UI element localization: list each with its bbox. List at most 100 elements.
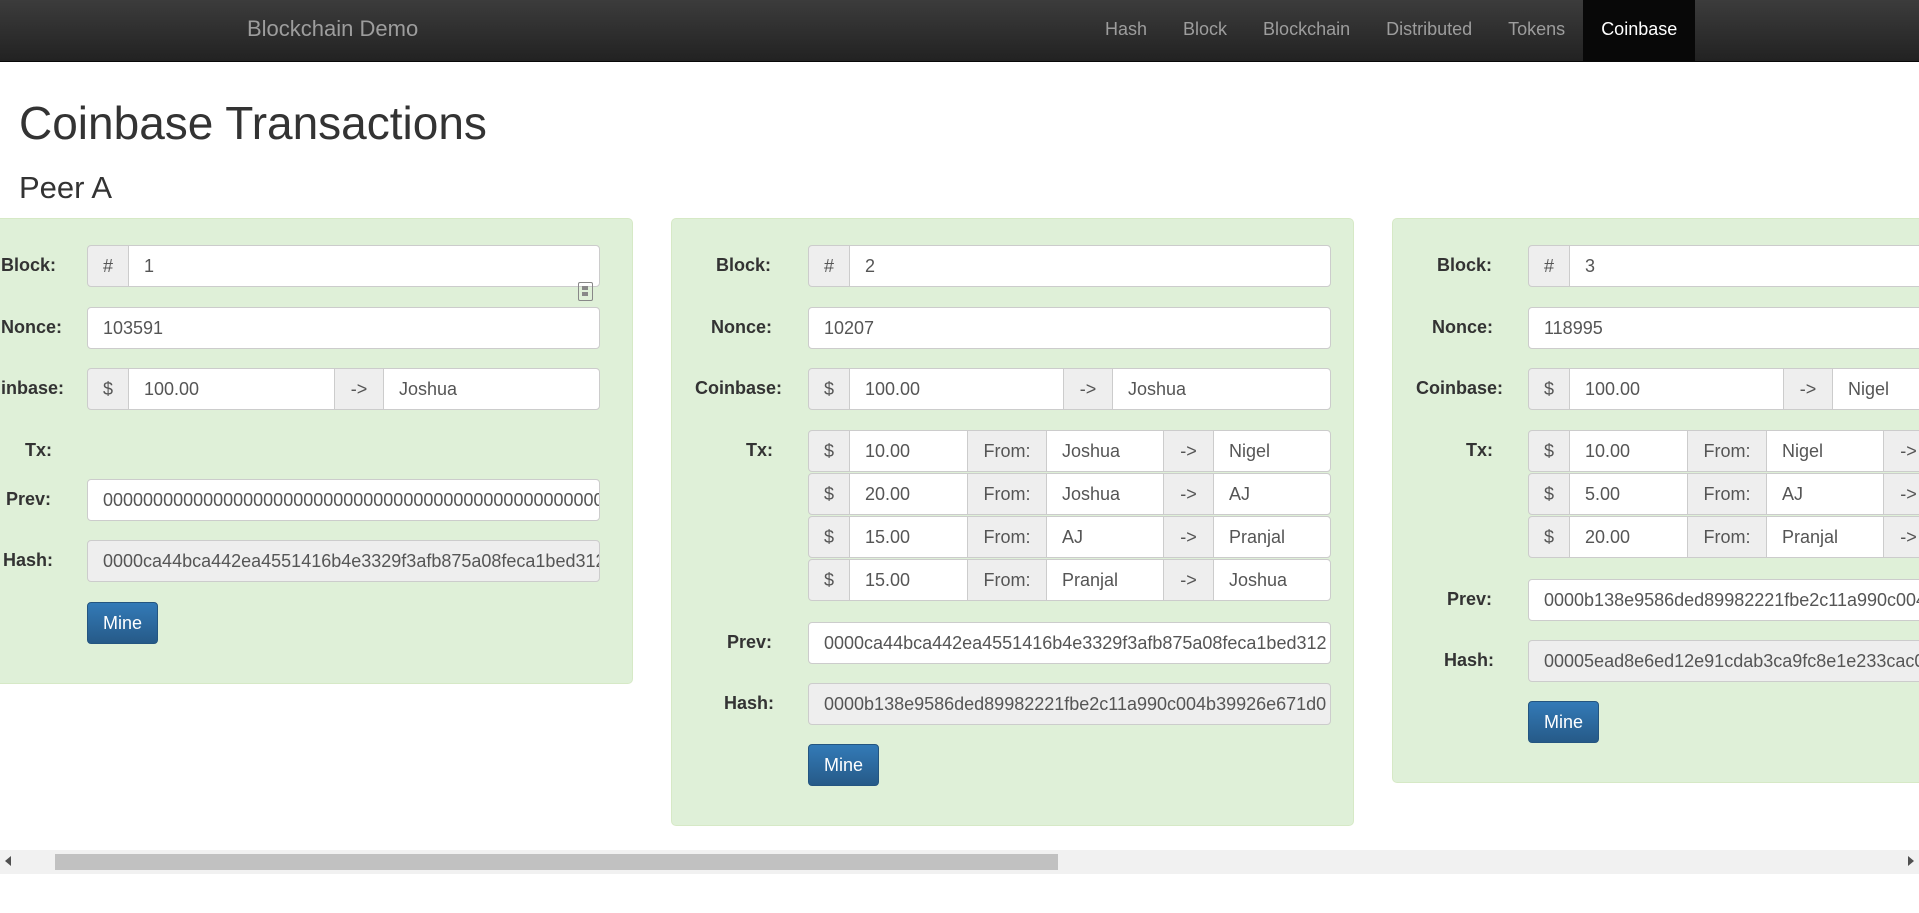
coinbase-dollar-addon: $ [1528,368,1570,410]
nav-menu: Hash Block Blockchain Distributed Tokens… [1087,0,1696,62]
hash-output: 0000b138e9586ded89982221fbe2c11a990c004b… [808,683,1331,725]
hash-label: Hash: [3,550,54,570]
prev-input[interactable]: 0000ca44bca442ea4551416b4e3329f3afb875a0… [808,622,1331,664]
tx-amount-input[interactable]: 20.00 [849,473,968,515]
tx-from-addon: From: [1687,516,1767,558]
tx-from-input[interactable]: AJ [1046,516,1164,558]
coinbase-dollar-addon: $ [808,368,850,410]
tx-arrow-addon: -> [1163,473,1214,515]
scroll-right-arrow-icon[interactable] [1908,856,1914,866]
tx-from-input[interactable]: Joshua [1046,430,1164,472]
tx-row: $ 10.00 From: Joshua -> Nigel [672,430,1353,472]
tx-row: $ 10.00 From: Nigel -> [1393,430,1919,472]
prev-input[interactable]: 0000000000000000000000000000000000000000… [87,479,600,521]
coinbase-label: inbase: [1,378,65,398]
tx-arrow-addon: -> [1163,430,1214,472]
hash-label: Hash: [724,693,775,713]
horizontal-scrollbar[interactable] [0,850,1919,874]
peer-title: Peer A [19,170,113,205]
coinbase-recipient-input[interactable]: Joshua [1112,368,1331,410]
tx-to-input[interactable]: AJ [1213,473,1331,515]
tx-arrow-addon: -> [1883,430,1919,472]
nonce-label: Nonce: [1,317,63,337]
block-number-input[interactable]: 1 [128,245,600,287]
tx-dollar-addon: $ [1528,430,1570,472]
tx-amount-input[interactable]: 10.00 [849,430,968,472]
tx-amount-input[interactable]: 20.00 [1569,516,1688,558]
coinbase-label: Coinbase: [695,378,783,398]
tx-amount-input[interactable]: 5.00 [1569,473,1688,515]
tx-from-addon: From: [967,430,1047,472]
coinbase-recipient-input[interactable]: Nigel [1832,368,1919,410]
tx-from-addon: From: [967,559,1047,601]
top-navbar: Blockchain Demo Hash Block Blockchain Di… [0,0,1919,62]
tx-row: $ 20.00 From: Pranjal -> [1393,516,1919,558]
coinbase-amount-input[interactable]: 100.00 [1569,368,1784,410]
prev-label: Prev: [727,632,773,652]
coinbase-label: Coinbase: [1416,378,1504,398]
block-number-input[interactable]: 3 [1569,245,1919,287]
tx-arrow-addon: -> [1163,516,1214,558]
nonce-input[interactable]: 103591 [87,307,600,349]
block-card-2: Block: # 2 Nonce: 10207 Coinbase: $ 100.… [671,218,1354,826]
tx-row: $ 5.00 From: AJ -> [1393,473,1919,515]
block-card-1: Block: # 1 Nonce: 103591 inbase: $ 100.0… [0,218,633,684]
nav-item-coinbase[interactable]: Coinbase [1583,0,1696,62]
nonce-label: Nonce: [711,317,773,337]
tx-from-input[interactable]: Pranjal [1046,559,1164,601]
tx-arrow-addon: -> [1883,473,1919,515]
number-stepper-icon[interactable] [578,282,593,301]
nav-item-block[interactable]: Block [1165,0,1245,62]
prev-input[interactable]: 0000b138e9586ded89982221fbe2c11a990c004b [1528,579,1919,621]
tx-to-input[interactable]: Pranjal [1213,516,1331,558]
coinbase-arrow-addon: -> [334,368,384,410]
tx-dollar-addon: $ [1528,516,1570,558]
coinbase-amount-input[interactable]: 100.00 [849,368,1064,410]
coinbase-arrow-addon: -> [1783,368,1833,410]
tx-amount-input[interactable]: 10.00 [1569,430,1688,472]
block-card-3: Block: # 3 Nonce: 118995 Coinbase: $ 100… [1392,218,1919,783]
tx-amount-input[interactable]: 15.00 [849,559,968,601]
nav-item-hash[interactable]: Hash [1087,0,1165,62]
mine-button[interactable]: Mine [1528,701,1599,743]
tx-from-addon: From: [1687,473,1767,515]
tx-from-addon: From: [967,473,1047,515]
page-title: Coinbase Transactions [19,97,487,149]
scrollbar-thumb[interactable] [55,854,1058,870]
hash-output: 0000ca44bca442ea4551416b4e3329f3afb875a0… [87,540,600,582]
coinbase-amount-input[interactable]: 100.00 [128,368,335,410]
block-hash-addon: # [87,245,129,287]
block-number-input[interactable]: 2 [849,245,1331,287]
tx-amount-input[interactable]: 15.00 [849,516,968,558]
nonce-input[interactable]: 10207 [808,307,1331,349]
tx-from-input[interactable]: Pranjal [1766,516,1884,558]
block-label: Block: [1,255,57,275]
tx-from-input[interactable]: Joshua [1046,473,1164,515]
block-label: Block: [1437,255,1493,275]
coinbase-recipient-input[interactable]: Joshua [383,368,600,410]
tx-dollar-addon: $ [1528,473,1570,515]
nav-item-blockchain[interactable]: Blockchain [1245,0,1368,62]
mine-button[interactable]: Mine [87,602,158,644]
tx-to-input[interactable]: Joshua [1213,559,1331,601]
tx-dollar-addon: $ [808,430,850,472]
mine-button[interactable]: Mine [808,744,879,786]
tx-row: $ 15.00 From: Pranjal -> Joshua [672,559,1353,601]
prev-label: Prev: [1447,589,1493,609]
nonce-label: Nonce: [1432,317,1494,337]
nav-item-distributed[interactable]: Distributed [1368,0,1490,62]
nav-item-tokens[interactable]: Tokens [1490,0,1583,62]
scroll-left-arrow-icon[interactable] [5,856,11,866]
tx-dollar-addon: $ [808,473,850,515]
tx-to-input[interactable]: Nigel [1213,430,1331,472]
tx-from-input[interactable]: Nigel [1766,430,1884,472]
tx-dollar-addon: $ [808,559,850,601]
brand-link[interactable]: Blockchain Demo [247,0,418,58]
tx-from-input[interactable]: AJ [1766,473,1884,515]
hash-output: 00005ead8e6ed12e91cdab3ca9fc8e1e233cac04 [1528,640,1919,682]
tx-row: $ 15.00 From: AJ -> Pranjal [672,516,1353,558]
tx-from-addon: From: [1687,430,1767,472]
nonce-input[interactable]: 118995 [1528,307,1919,349]
block-hash-addon: # [808,245,850,287]
block-hash-addon: # [1528,245,1570,287]
